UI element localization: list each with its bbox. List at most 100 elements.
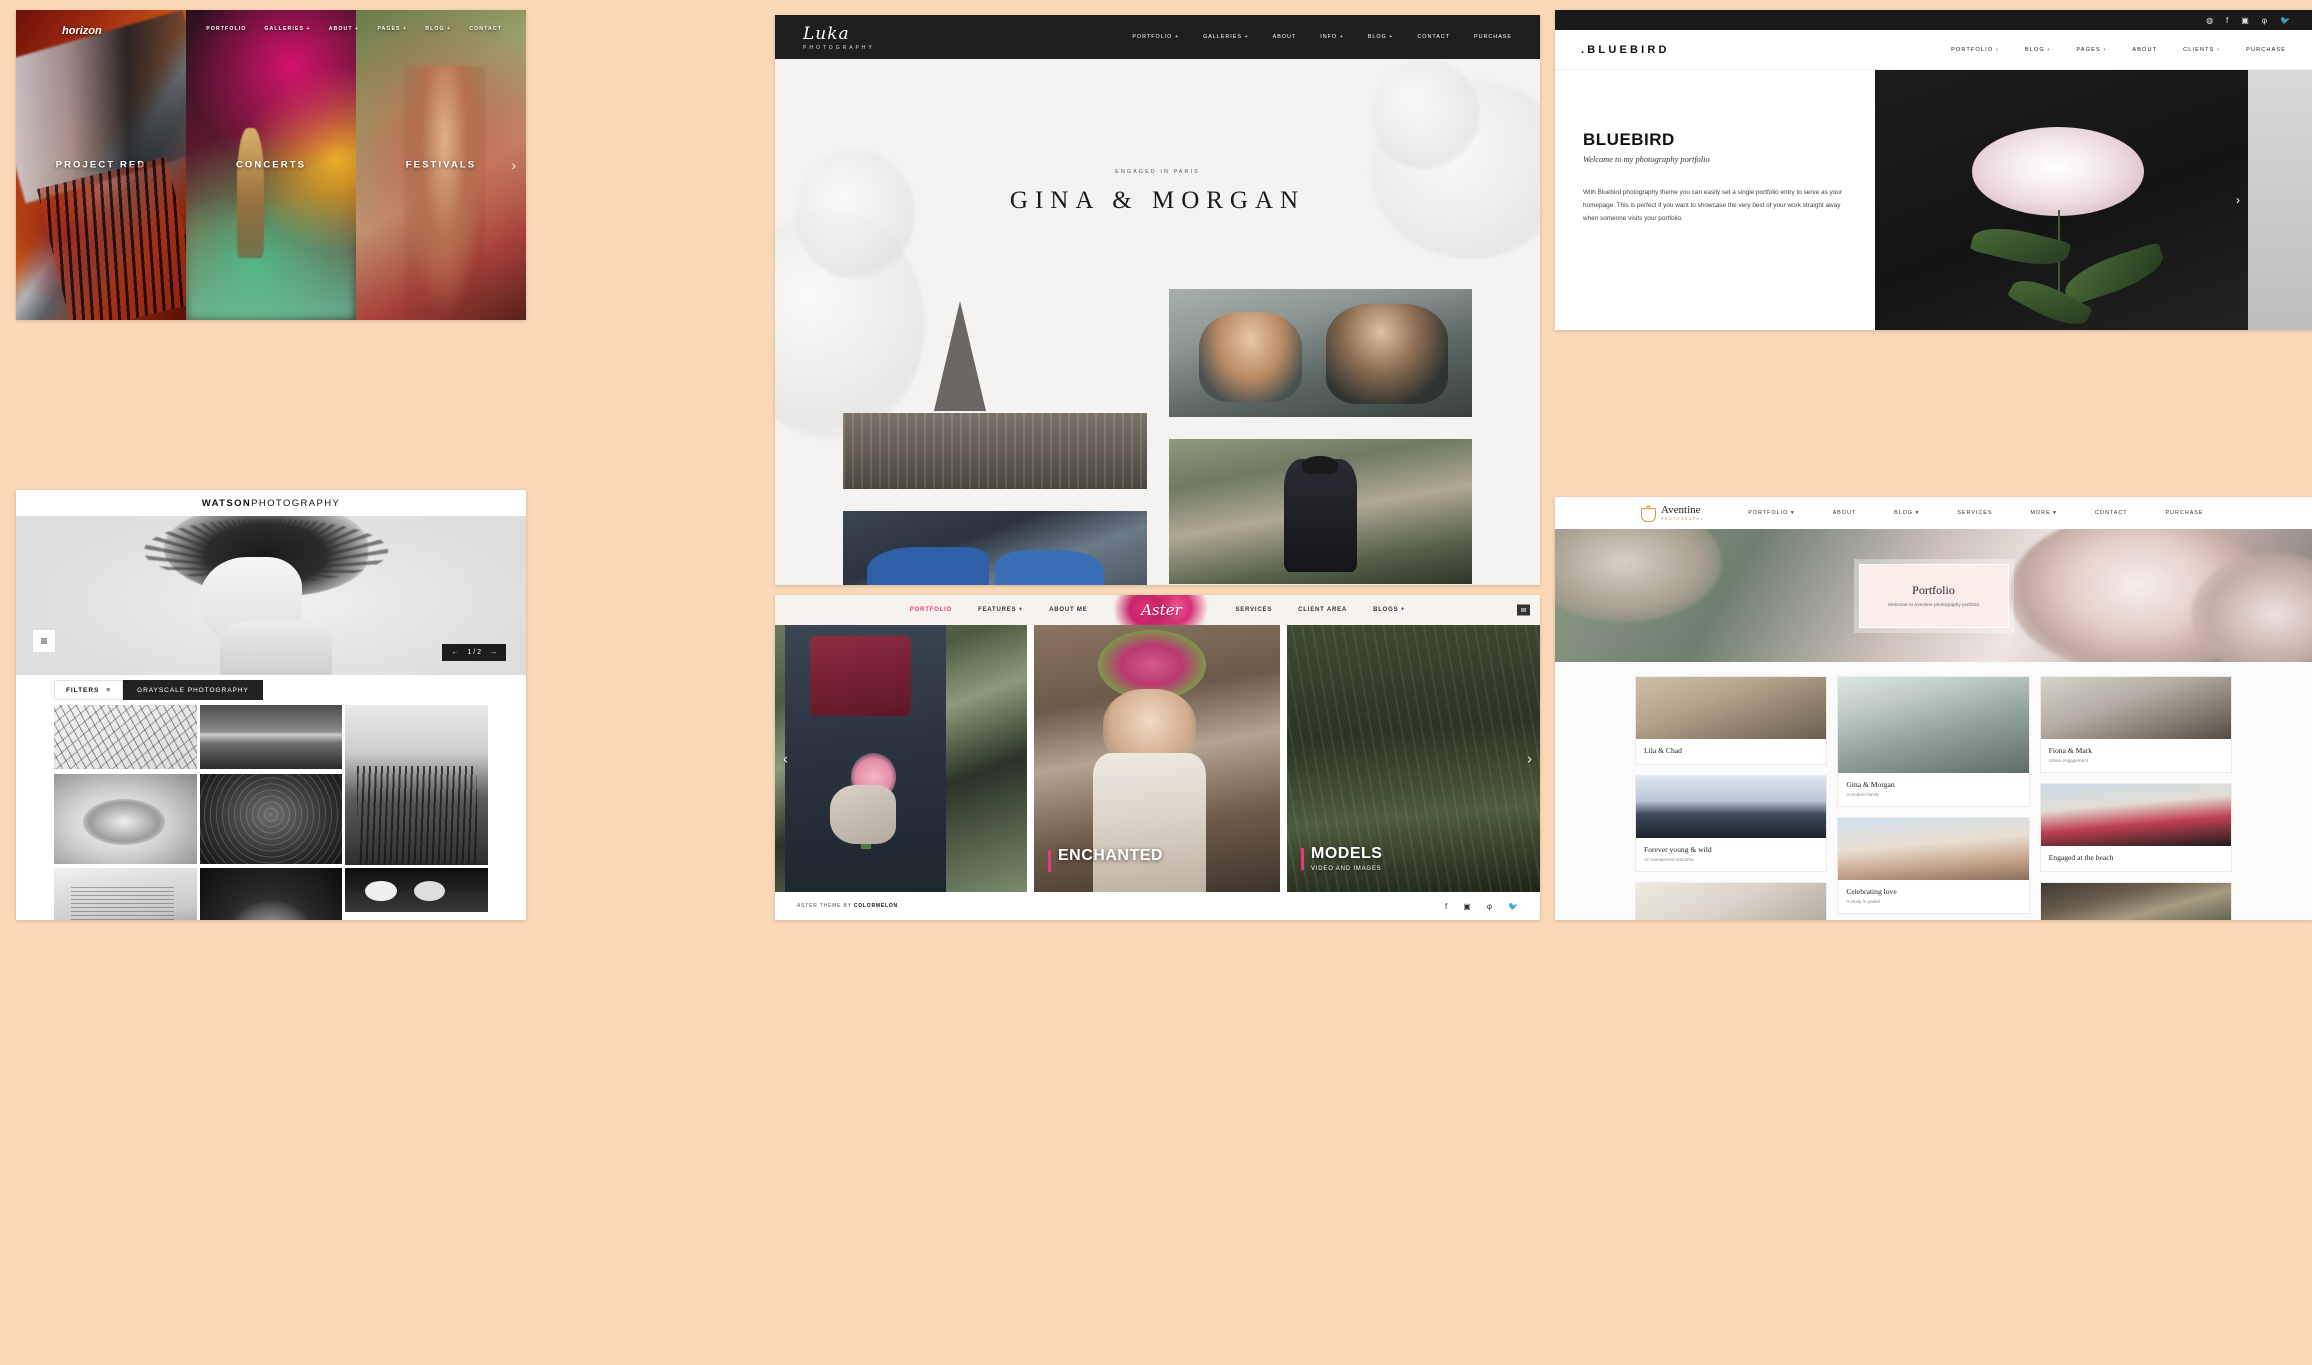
bluebird-nav-item[interactable]: CLIENTS ›: [2183, 47, 2220, 53]
aventine-nav-item[interactable]: PURCHASE: [2166, 510, 2204, 516]
aster-slide[interactable]: ‹: [775, 625, 1027, 892]
portfolio-item[interactable]: Forever young & wild An unexpected outco…: [1635, 775, 1828, 872]
luka-nav[interactable]: PORTFOLIO + GALLERIES + ABOUT INFO + BLO…: [1132, 34, 1512, 40]
aventine-logo[interactable]: Aventine PHOTOGRAPHY: [1641, 504, 1704, 522]
aventine-template-preview[interactable]: Aventine PHOTOGRAPHY PORTFOLIO ▾ ABOUT B…: [1555, 497, 2312, 920]
pinterest-icon[interactable]: φ: [1487, 902, 1492, 911]
horizon-nav-item[interactable]: GALLERIES +: [264, 26, 310, 32]
portfolio-item[interactable]: Tom & Antoinette A special occasion: [1635, 882, 1828, 920]
pinterest-icon[interactable]: φ: [2262, 16, 2267, 25]
aventine-nav-item[interactable]: MORE ▾: [2031, 510, 2057, 516]
horizon-template-preview[interactable]: horizon PORTFOLIO GALLERIES + ABOUT + PA…: [16, 10, 526, 320]
aventine-nav-item[interactable]: PORTFOLIO ▾: [1748, 510, 1794, 516]
aster-nav-item-about[interactable]: ABOUT ME: [1049, 607, 1087, 613]
luka-nav-item[interactable]: ABOUT: [1273, 34, 1297, 40]
gallery-thumb[interactable]: [54, 705, 197, 769]
watson-filter-bar[interactable]: FILTERS ≡ GRAYSCALE PHOTOGRAPHY: [16, 675, 526, 705]
gallery-image-standing[interactable]: [1168, 439, 1472, 584]
luka-template-preview[interactable]: Luka PHOTOGRAPHY PORTFOLIO + GALLERIES +…: [775, 15, 1540, 585]
aventine-nav-item[interactable]: SERVICES: [1957, 510, 1992, 516]
filters-button[interactable]: FILTERS ≡: [54, 680, 124, 700]
bluebird-nav[interactable]: PORTFOLIO › BLOG › PAGES › ABOUT CLIENTS…: [1951, 47, 2286, 53]
bluebird-template-preview[interactable]: ◍ f ▣ φ 🐦 .BLUEBIRD PORTFOLIO › BLOG › P…: [1555, 10, 2312, 330]
aster-nav-item-blogs[interactable]: BLOGS +: [1373, 607, 1405, 613]
bluebird-nav-item[interactable]: BLOG ›: [2025, 47, 2051, 53]
aster-nav-item-client-area[interactable]: CLIENT AREA: [1298, 607, 1347, 613]
bluebird-hero-photo[interactable]: ›: [1875, 70, 2248, 330]
aster-nav-item-services[interactable]: SERVICES: [1236, 607, 1273, 613]
twitter-icon[interactable]: 🐦: [1508, 902, 1518, 911]
aster-footer-social[interactable]: f ▣ φ 🐦: [1445, 902, 1518, 911]
chevron-right-icon[interactable]: ›: [2236, 193, 2240, 207]
facebook-icon[interactable]: f: [2226, 16, 2228, 25]
globe-icon[interactable]: ◍: [2206, 16, 2213, 25]
aster-template-preview[interactable]: PORTFOLIO FEATURES + ABOUT ME Aster SERV…: [775, 595, 1540, 920]
horizon-nav-item[interactable]: BLOG +: [425, 26, 451, 32]
aventine-nav-item[interactable]: CONTACT: [2095, 510, 2128, 516]
aster-slider[interactable]: ‹ ENCHANTED MODELS VIDEO AND IMAGES ›: [775, 625, 1540, 892]
arrow-right-icon[interactable]: →: [490, 649, 497, 656]
aster-nav-item-features[interactable]: FEATURES +: [978, 607, 1023, 613]
gallery-thumb[interactable]: [199, 705, 343, 769]
watson-template-preview[interactable]: WATSONPHOTOGRAPHY ≡ ← 1 / 2 → FILTERS ≡ …: [16, 490, 526, 920]
portfolio-item[interactable]: Lila & Chad: [1635, 676, 1828, 765]
bluebird-nav-item[interactable]: PORTFOLIO ›: [1951, 47, 1999, 53]
gallery-image-eiffel[interactable]: [843, 289, 1147, 489]
aster-nav-item-portfolio[interactable]: PORTFOLIO: [910, 607, 952, 613]
hamburger-menu-icon[interactable]: ≡: [32, 629, 56, 653]
instagram-icon[interactable]: ▣: [1463, 902, 1471, 911]
bluebird-social-bar[interactable]: ◍ f ▣ φ 🐦: [1555, 10, 2312, 30]
horizon-panel-project-red[interactable]: PROJECT RED: [16, 10, 186, 320]
bluebird-nav-item[interactable]: ABOUT: [2132, 47, 2157, 53]
slider-prev-arrow[interactable]: ‹: [783, 750, 788, 767]
horizon-nav-item[interactable]: PAGES +: [377, 26, 407, 32]
facebook-icon[interactable]: f: [1445, 902, 1447, 911]
gallery-image-couple-car[interactable]: [843, 511, 1147, 585]
horizon-nav-item[interactable]: CONTACT: [469, 26, 502, 32]
luka-nav-item[interactable]: BLOG +: [1368, 34, 1394, 40]
luka-nav-item[interactable]: INFO +: [1320, 34, 1344, 40]
portfolio-item[interactable]: Celebrating love A study in pastel: [1837, 817, 2030, 914]
watson-hero-slider[interactable]: ≡ ← 1 / 2 →: [16, 516, 526, 675]
gallery-thumb[interactable]: [199, 868, 343, 920]
horizon-nav[interactable]: PORTFOLIO GALLERIES + ABOUT + PAGES + BL…: [16, 26, 526, 32]
twitter-icon[interactable]: 🐦: [2280, 16, 2290, 25]
portfolio-item[interactable]: Winter engagement Mona & Peter in the fo…: [2039, 882, 2232, 920]
watson-logo[interactable]: WATSONPHOTOGRAPHY: [202, 498, 341, 509]
bluebird-logo[interactable]: .BLUEBIRD: [1581, 44, 1670, 56]
watson-slider-nav[interactable]: ← 1 / 2 →: [442, 644, 506, 661]
portfolio-item[interactable]: Fiona & Mark Urban engagement: [2039, 676, 2232, 773]
bluebird-next-thumb[interactable]: [2248, 70, 2312, 330]
gallery-thumb[interactable]: [345, 868, 488, 912]
gallery-thumb[interactable]: [199, 773, 343, 864]
gallery-thumb[interactable]: [54, 773, 197, 864]
active-filter-chip[interactable]: GRAYSCALE PHOTOGRAPHY: [123, 680, 263, 700]
gallery-image-couple-portrait[interactable]: [1168, 289, 1472, 417]
horizon-nav-item[interactable]: PORTFOLIO: [206, 26, 246, 32]
aster-logo[interactable]: Aster: [1114, 595, 1210, 625]
horizon-panel-festivals[interactable]: FESTIVALS ›: [356, 10, 526, 320]
aventine-nav-item[interactable]: BLOG ▾: [1894, 510, 1919, 516]
gallery-thumb[interactable]: [345, 705, 488, 865]
aventine-nav-item[interactable]: ABOUT: [1833, 510, 1857, 516]
bluebird-slider[interactable]: ›: [1875, 70, 2312, 330]
luka-nav-item[interactable]: PURCHASE: [1474, 34, 1512, 40]
bluebird-nav-item[interactable]: PURCHASE: [2246, 47, 2286, 53]
mail-icon[interactable]: ✉: [1517, 604, 1530, 616]
luka-nav-item[interactable]: PORTFOLIO +: [1132, 34, 1179, 40]
luka-nav-item[interactable]: GALLERIES +: [1203, 34, 1249, 40]
portfolio-item[interactable]: Gina & Morgan A modern family: [1837, 676, 2030, 807]
horizon-nav-item[interactable]: ABOUT +: [329, 26, 360, 32]
gallery-thumb[interactable]: [54, 868, 197, 920]
aster-slide[interactable]: MODELS VIDEO AND IMAGES ›: [1287, 625, 1540, 892]
chevron-right-icon[interactable]: ›: [511, 157, 516, 173]
portfolio-item[interactable]: Engaged at the beach: [2039, 783, 2232, 872]
horizon-panel-concerts[interactable]: CONCERTS: [186, 10, 356, 320]
bluebird-nav-item[interactable]: PAGES ›: [2076, 47, 2106, 53]
aster-slide[interactable]: ENCHANTED: [1034, 625, 1280, 892]
aventine-nav[interactable]: PORTFOLIO ▾ ABOUT BLOG ▾ SERVICES MORE ▾…: [1748, 510, 2203, 516]
instagram-icon[interactable]: ▣: [2241, 16, 2249, 25]
arrow-left-icon[interactable]: ←: [451, 649, 458, 656]
luka-nav-item[interactable]: CONTACT: [1417, 34, 1450, 40]
slider-next-arrow[interactable]: ›: [1527, 750, 1532, 767]
